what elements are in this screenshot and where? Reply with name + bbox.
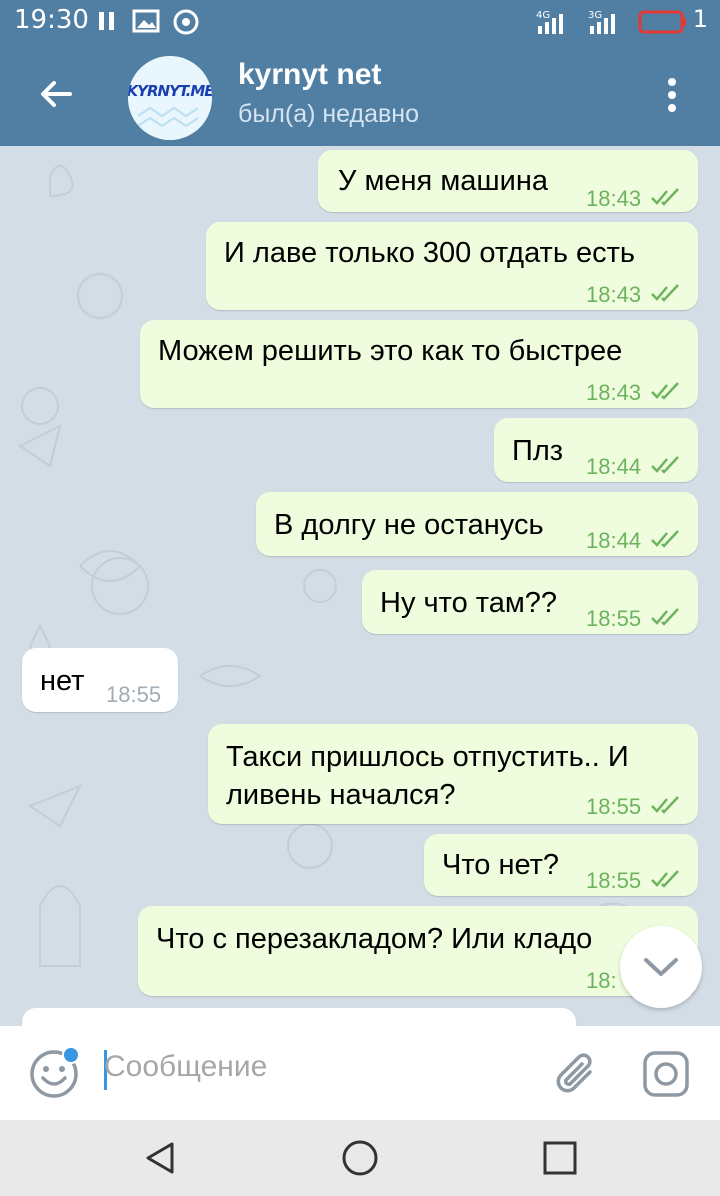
nav-recents-icon[interactable]: [540, 1138, 580, 1178]
signal-3g-icon: 3G: [588, 10, 615, 34]
nav-back-icon[interactable]: [140, 1138, 180, 1178]
double-check-icon: [651, 796, 679, 814]
message-bubble[interactable]: У меня машина 18:43: [318, 150, 698, 212]
battery-level: 1: [692, 5, 708, 33]
android-nav-bar: [0, 1120, 720, 1196]
notification-dot: [62, 1046, 80, 1064]
image-icon: [132, 9, 160, 33]
avatar-logo-text: KYRNYT.ME: [128, 82, 212, 100]
message-text: И лаве только 300 отдать есть: [224, 237, 636, 269]
message-text: Можем решить это как то быстрее: [158, 335, 623, 367]
back-arrow-icon[interactable]: [36, 74, 76, 114]
chat-status: был(а) недавно: [238, 100, 420, 128]
message-bubble[interactable]: Такси пришлось отпустить.. И ливень нача…: [208, 724, 698, 824]
message-time: 18:: [586, 968, 617, 993]
message-time: 18:43: [586, 380, 642, 405]
message-bubble-incoming-partial[interactable]: [22, 1008, 576, 1026]
message-time: 18:44: [586, 528, 642, 553]
status-time: 19:30: [14, 5, 89, 35]
message-bubble[interactable]: В долгу не останусь 18:44: [256, 492, 698, 556]
scroll-down-button[interactable]: [620, 926, 702, 1008]
chrome-icon: [173, 9, 199, 35]
double-check-icon: [651, 188, 679, 206]
message-text: нет: [40, 665, 85, 697]
double-check-icon: [651, 870, 679, 888]
message-text: Что с перезакладом? Или кладо: [156, 923, 593, 955]
double-check-icon: [651, 284, 679, 302]
nav-home-icon[interactable]: [340, 1138, 380, 1178]
signal-4g-icon: 4G: [536, 10, 563, 34]
message-list[interactable]: У меня машина 18:43 И лаве только 300 от…: [0, 146, 720, 1026]
message-text: Что нет?: [442, 849, 560, 881]
chat-title[interactable]: kyrnyt net: [238, 58, 381, 92]
attach-clip-icon[interactable]: [550, 1048, 602, 1100]
chevron-down-icon: [644, 958, 678, 976]
message-text-line1: Такси пришлось отпустить.. И: [226, 741, 629, 773]
message-bubble[interactable]: Что с перезакладом? Или кладо 18:: [138, 906, 698, 996]
message-time: 18:55: [586, 606, 642, 631]
message-time: 18:55: [586, 794, 642, 819]
message-time: 18:44: [586, 454, 642, 479]
message-bubble[interactable]: Можем решить это как то быстрее 18:43: [140, 320, 698, 408]
message-input[interactable]: Сообщение: [104, 1050, 267, 1084]
message-text: Плз: [512, 435, 564, 467]
double-check-icon: [651, 608, 679, 626]
pause-icon: [99, 12, 114, 30]
double-check-icon: [651, 456, 679, 474]
message-text: В долгу не останусь: [274, 509, 544, 541]
message-text-line2: ливень начался?: [226, 779, 456, 811]
camera-icon[interactable]: [640, 1048, 692, 1100]
battery-icon: [638, 10, 686, 34]
message-bubble[interactable]: Плз 18:44: [494, 418, 698, 482]
message-bubble[interactable]: Ну что там?? 18:55: [362, 570, 698, 634]
message-text: Ну что там??: [380, 587, 558, 619]
status-bar: 19:30 4G 3G 1: [0, 0, 720, 44]
avatar[interactable]: KYRNYT.ME: [128, 56, 212, 140]
message-time: 18:43: [586, 282, 642, 307]
message-time: 18:43: [586, 186, 642, 211]
message-text: У меня машина: [338, 165, 548, 197]
double-check-icon: [651, 530, 679, 548]
svg-text:4G: 4G: [536, 10, 550, 21]
message-bubble[interactable]: Что нет? 18:55: [424, 834, 698, 896]
message-bubble[interactable]: И лаве только 300 отдать есть 18:43: [206, 222, 698, 310]
chat-header: KYRNYT.ME kyrnyt net был(а) недавно: [0, 44, 720, 146]
message-time: 18:55: [586, 868, 642, 893]
message-time: 18:55: [106, 682, 162, 707]
double-check-icon: [651, 382, 679, 400]
message-bubble-incoming[interactable]: нет 18:55: [22, 648, 178, 712]
svg-text:3G: 3G: [588, 10, 602, 21]
menu-dots-icon[interactable]: [660, 74, 684, 114]
message-input-bar: Сообщение: [0, 1026, 720, 1120]
